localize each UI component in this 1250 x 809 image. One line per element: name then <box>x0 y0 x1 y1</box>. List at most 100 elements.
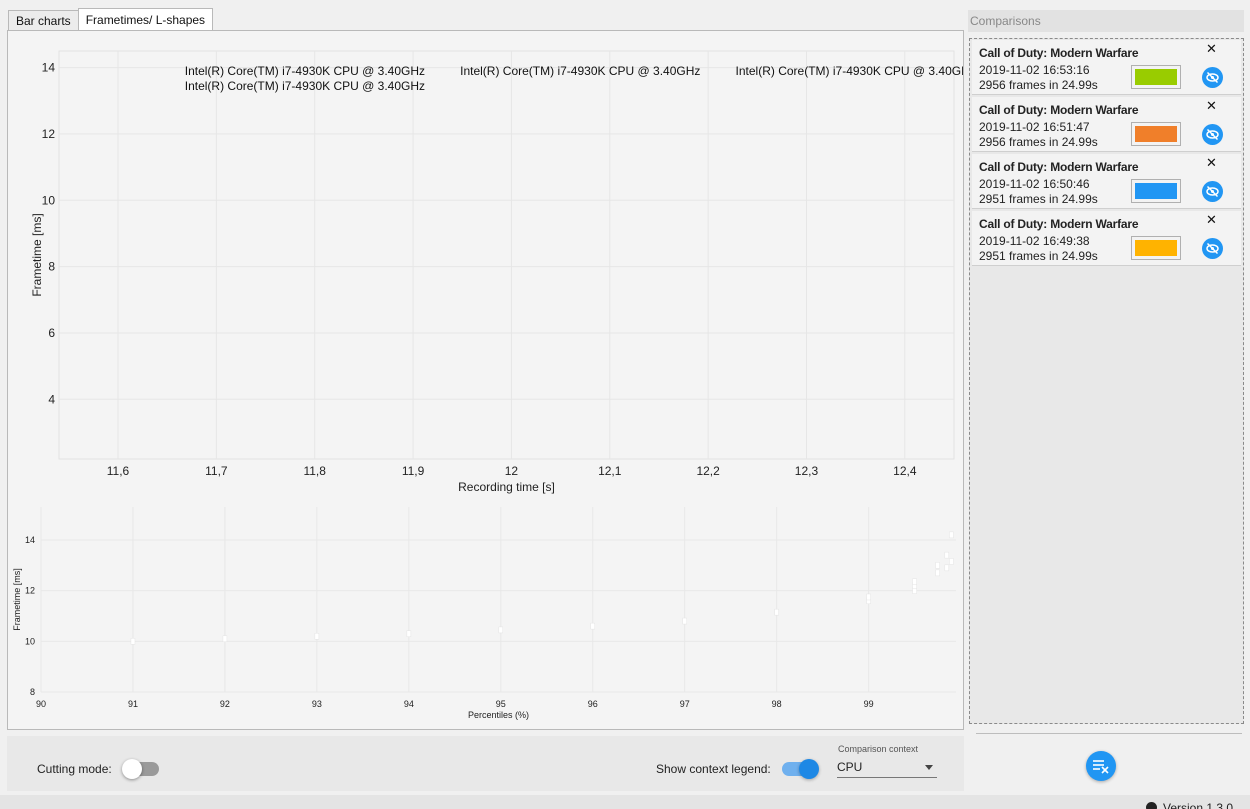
comparison-title: Call of Duty: Modern Warfare <box>979 217 1139 231</box>
data-point <box>222 635 228 643</box>
comparison-title: Call of Duty: Modern Warfare <box>979 103 1139 117</box>
data-point <box>130 638 136 645</box>
visibility-off-icon[interactable] <box>1202 124 1223 145</box>
plot-area <box>58 50 955 460</box>
data-point <box>682 617 687 625</box>
comparison-title: Call of Duty: Modern Warfare <box>979 160 1139 174</box>
comparison-item[interactable]: Call of Duty: Modern Warfare 2019-11-02 … <box>972 154 1241 209</box>
color-picker-button[interactable] <box>1131 179 1181 203</box>
status-bar <box>0 795 1250 809</box>
toggle-knob <box>799 759 819 779</box>
context-legend-label: Intel(R) Core(TM) i7-4930K CPU @ 3.40GHz <box>736 64 963 78</box>
version-info: Version 1.3.0 <box>1146 801 1233 809</box>
x-tick-label: 94 <box>404 699 414 709</box>
context-legend-label: Intel(R) Core(TM) i7-4930K CPU @ 3.40GHz <box>185 64 425 78</box>
data-point <box>912 578 917 586</box>
chart-controls: Cutting mode: Show context legend: Compa… <box>7 736 964 791</box>
y-tick-label: 8 <box>30 687 35 697</box>
y-tick-label: 12 <box>42 127 56 141</box>
toggle-knob <box>122 759 142 779</box>
context-legend-label: Show context legend: <box>656 762 771 776</box>
x-tick-label: 99 <box>864 699 874 709</box>
clear-list-icon <box>1093 760 1109 774</box>
comparison-item[interactable]: Call of Duty: Modern Warfare 2019-11-02 … <box>972 211 1241 266</box>
comparison-date: 2019-11-02 16:50:46 <box>979 177 1090 191</box>
comparison-context-caption: Comparison context <box>838 744 919 754</box>
comparison-item[interactable]: Call of Duty: Modern Warfare 2019-11-02 … <box>972 97 1241 152</box>
cutting-mode-label: Cutting mode: <box>37 762 112 776</box>
plot-area <box>41 507 956 692</box>
y-axis-label: Frametime [ms] <box>12 568 22 631</box>
x-axis-label: Recording time [s] <box>458 480 555 494</box>
color-picker-button[interactable] <box>1131 65 1181 89</box>
frametime-chart-svg: 11,6 11,7 11,8 11,9 12 12,1 12,2 12,3 12,4 4 6 8 10 1… <box>30 50 963 494</box>
close-icon[interactable]: ✕ <box>1206 98 1217 114</box>
x-axis-label: Percentiles (%) <box>468 710 529 720</box>
x-tick-label: 95 <box>496 699 506 709</box>
color-picker-button[interactable] <box>1131 236 1181 260</box>
x-tick-label: 12,3 <box>795 464 819 478</box>
color-swatch <box>1135 183 1177 199</box>
data-point <box>935 562 940 569</box>
data-point <box>774 608 779 616</box>
x-tick-label: 12 <box>505 464 519 478</box>
x-tick-label: 97 <box>680 699 690 709</box>
comparison-date: 2019-11-02 16:53:16 <box>979 63 1090 77</box>
close-icon[interactable]: ✕ <box>1206 155 1217 171</box>
tab-frametimes-lshapes[interactable]: Frametimes/ L-shapes <box>77 8 214 30</box>
data-point <box>949 558 954 565</box>
visibility-off-icon[interactable] <box>1202 181 1223 202</box>
x-tick-label: 11,7 <box>205 464 228 478</box>
y-tick-label: 14 <box>42 61 56 75</box>
close-icon[interactable]: ✕ <box>1206 41 1217 57</box>
y-axis-label: Frametime [ms] <box>30 213 44 296</box>
y-tick-label: 10 <box>25 636 35 646</box>
lshape-chart-svg: 90 91 92 93 94 95 96 97 98 99 8 10 12 14 Percentiles (… <box>12 507 956 720</box>
comparison-context-select[interactable]: CPU <box>837 756 937 778</box>
comparison-context-value: CPU <box>837 760 863 774</box>
data-point <box>498 626 504 634</box>
y-tick-label: 12 <box>25 586 35 596</box>
y-tick-label: 10 <box>42 193 56 207</box>
clear-comparisons-button[interactable] <box>1086 751 1116 781</box>
data-point <box>935 569 940 577</box>
visibility-off-icon[interactable] <box>1202 238 1223 259</box>
comparison-list: Call of Duty: Modern Warfare 2019-11-02 … <box>969 38 1244 724</box>
x-tick-label: 92 <box>220 699 230 709</box>
y-tick-label: 4 <box>48 392 55 406</box>
comparison-frames: 2951 frames in 24.99s <box>979 249 1098 263</box>
x-tick-label: 98 <box>772 699 782 709</box>
comparison-item[interactable]: Call of Duty: Modern Warfare 2019-11-02 … <box>972 40 1241 95</box>
color-picker-button[interactable] <box>1131 122 1181 146</box>
x-tick-label: 90 <box>36 699 46 709</box>
color-swatch <box>1135 69 1177 85</box>
comparison-date: 2019-11-02 16:49:38 <box>979 234 1090 248</box>
comparison-date: 2019-11-02 16:51:47 <box>979 120 1090 134</box>
close-icon[interactable]: ✕ <box>1206 212 1217 228</box>
color-swatch <box>1135 240 1177 256</box>
data-point <box>866 593 871 601</box>
chevron-down-icon <box>925 765 933 770</box>
data-point <box>314 632 320 640</box>
comparisons-header: Comparisons <box>968 10 1244 32</box>
comparison-frames: 2951 frames in 24.99s <box>979 192 1098 206</box>
data-point <box>944 564 950 572</box>
comparison-title: Call of Duty: Modern Warfare <box>979 46 1139 60</box>
cutting-mode-toggle[interactable] <box>122 759 159 779</box>
x-tick-label: 93 <box>312 699 322 709</box>
data-point <box>590 622 596 630</box>
x-tick-label: 12,1 <box>598 464 622 478</box>
x-tick-label: 96 <box>588 699 598 709</box>
context-legend-toggle[interactable] <box>782 759 819 779</box>
version-label: Version 1.3.0 <box>1163 801 1234 809</box>
comparison-frames: 2956 frames in 24.99s <box>979 78 1098 92</box>
tab-bar-charts[interactable]: Bar charts <box>8 10 79 31</box>
context-legend-label: Intel(R) Core(TM) i7-4930K CPU @ 3.40GHz <box>460 64 700 78</box>
info-icon <box>1146 802 1157 809</box>
visibility-off-icon[interactable] <box>1202 67 1223 88</box>
tab-bar: Bar charts Frametimes/ L-shapes <box>8 8 214 31</box>
y-tick-label: 6 <box>48 326 55 340</box>
y-tick-label: 14 <box>25 535 35 545</box>
y-tick-label: 8 <box>48 260 55 274</box>
data-point <box>406 630 412 637</box>
